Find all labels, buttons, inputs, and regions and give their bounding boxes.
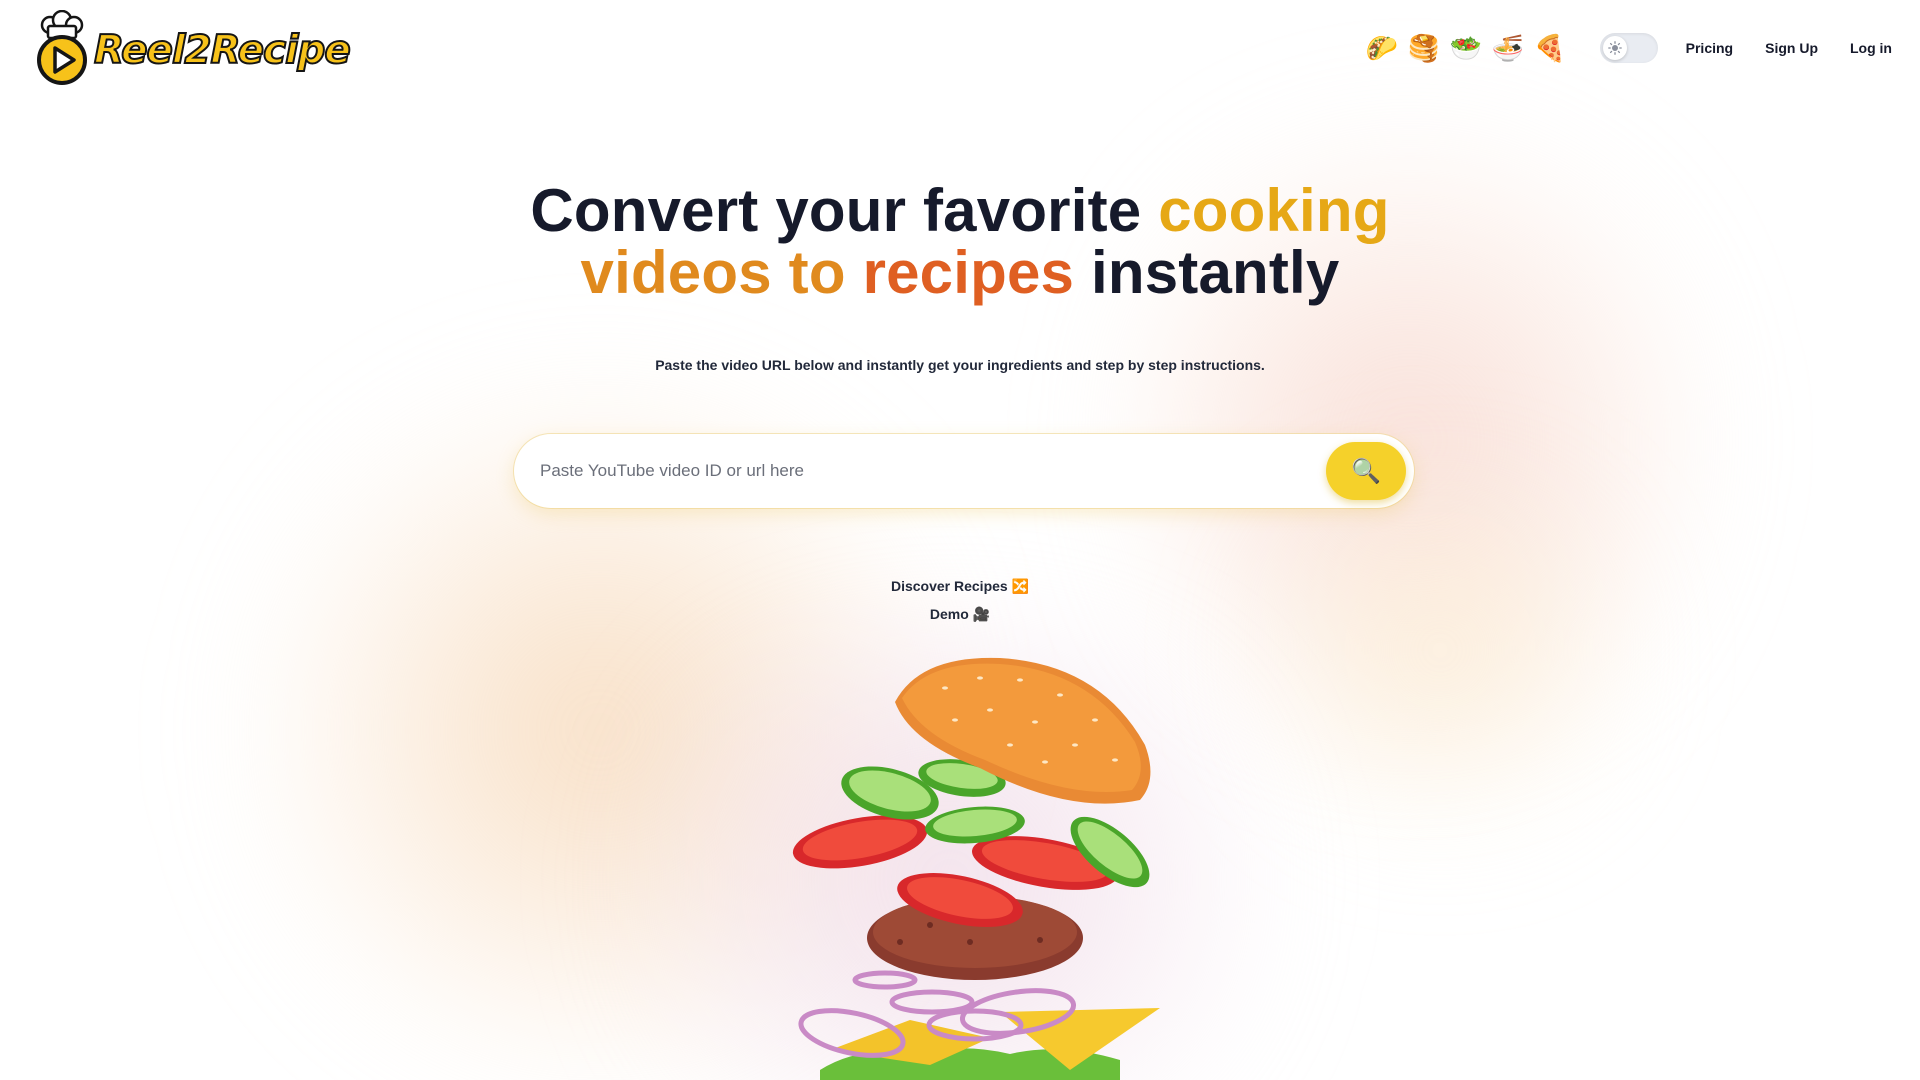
signup-link[interactable]: Sign Up xyxy=(1765,40,1818,56)
hero-title: Convert your favorite cooking videos to … xyxy=(0,180,1920,304)
secondary-links: Discover Recipes 🔀 Demo 🎥 xyxy=(0,572,1920,628)
sun-icon xyxy=(1602,36,1627,60)
hero-subtitle: Paste the video URL below and instantly … xyxy=(655,357,1265,373)
chef-play-icon xyxy=(34,9,90,86)
video-url-input[interactable] xyxy=(540,461,1326,481)
login-link[interactable]: Log in xyxy=(1850,40,1892,56)
search-bar: 🔍 xyxy=(514,434,1414,508)
title-part-1: Convert your favorite xyxy=(530,177,1159,244)
magnifier-icon: 🔍 xyxy=(1351,457,1381,485)
title-highlight-videos: videos to xyxy=(580,239,863,306)
title-part-5: instantly xyxy=(1074,239,1340,306)
brand-name: Reel2Recipe xyxy=(93,27,352,74)
floating-burger-illustration xyxy=(792,657,1160,1080)
background-glow-cream xyxy=(1220,480,1660,820)
food-icon-row: 🌮 🥞 🥗 🍜 🍕 xyxy=(1365,33,1565,63)
noodles-icon[interactable]: 🍜 xyxy=(1491,33,1523,63)
brand-logo[interactable]: Reel2Recipe xyxy=(34,9,352,86)
demo-link[interactable]: Demo 🎥 xyxy=(0,600,1920,628)
title-highlight-cooking: cooking xyxy=(1158,177,1390,244)
theme-toggle[interactable] xyxy=(1599,33,1658,63)
pizza-icon[interactable]: 🍕 xyxy=(1533,33,1565,63)
title-highlight-recipes: recipes xyxy=(862,239,1075,306)
salad-icon[interactable]: 🥗 xyxy=(1449,33,1481,63)
discover-recipes-link[interactable]: Discover Recipes 🔀 xyxy=(0,572,1920,600)
taco-icon[interactable]: 🌮 xyxy=(1365,33,1397,63)
pancakes-icon[interactable]: 🥞 xyxy=(1407,33,1439,63)
pricing-link[interactable]: Pricing xyxy=(1686,40,1733,56)
search-button[interactable]: 🔍 xyxy=(1326,442,1406,500)
top-navbar: Reel2Recipe 🌮 🥞 🥗 🍜 🍕 Pricing Sign Up Lo… xyxy=(0,0,1920,96)
nav-right: 🌮 🥞 🥗 🍜 🍕 Pricing Sign Up Log in xyxy=(1365,33,1892,63)
